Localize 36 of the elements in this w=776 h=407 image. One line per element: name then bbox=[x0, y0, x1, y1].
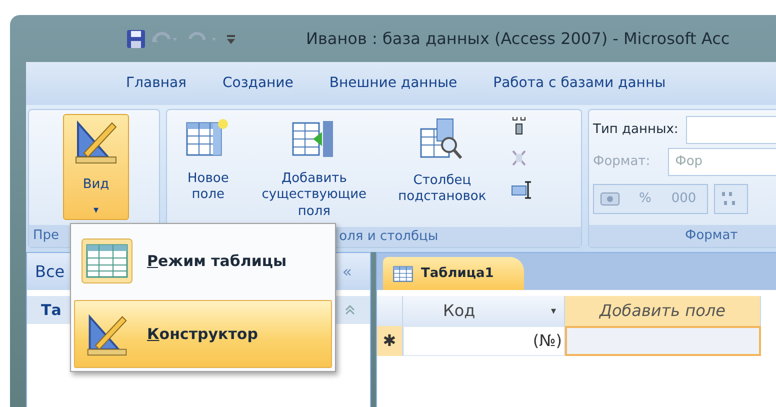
ribbon-tab[interactable]: Работа с базами данны bbox=[475, 73, 684, 94]
group-header[interactable]: Та bbox=[41, 298, 62, 322]
insert-column-icon[interactable] bbox=[511, 116, 528, 136]
column-title: Код bbox=[443, 300, 476, 322]
group-label: Формат bbox=[685, 227, 738, 246]
field-label: Формат: bbox=[593, 153, 650, 172]
table-icon bbox=[393, 266, 413, 282]
menu-item[interactable]: Режим таблицы bbox=[74, 227, 332, 296]
ribbon-tab[interactable]: Создание bbox=[204, 73, 312, 94]
ribbon-button[interactable]: Добавить существующие поля bbox=[243, 114, 386, 223]
rename-column-icon[interactable] bbox=[511, 180, 534, 200]
field-label: Тип данных: bbox=[593, 121, 678, 140]
ribbon-tab[interactable]: Главная bbox=[108, 73, 204, 94]
delete-column-icon[interactable] bbox=[511, 148, 528, 168]
window-title: Иванов : база данных (Access 2007) - Microsoft Acc bbox=[306, 28, 730, 50]
caret-icon[interactable]: ▾ bbox=[550, 304, 556, 318]
customize-toolbar-icon[interactable] bbox=[226, 32, 236, 44]
ribbon-button[interactable]: Столбец подстановок bbox=[387, 114, 498, 208]
collapse-icon[interactable] bbox=[344, 304, 356, 316]
view-button[interactable]: Вид ▾ bbox=[63, 114, 129, 220]
datasheet-icon bbox=[81, 238, 133, 284]
group-label: оля и столбцы bbox=[339, 228, 438, 246]
table-cell[interactable] bbox=[565, 326, 761, 356]
nav-pane-title[interactable]: Bce bbox=[35, 260, 65, 284]
table-cell[interactable]: (№) bbox=[403, 326, 565, 356]
data-type-field[interactable] bbox=[686, 116, 776, 144]
column-header[interactable]: Добавить поле bbox=[565, 296, 761, 326]
ribbon-button[interactable]: Новое поле bbox=[175, 114, 242, 206]
select-all-corner[interactable] bbox=[377, 296, 403, 326]
row-selector[interactable]: ✱ bbox=[377, 326, 403, 356]
ribbon-tab[interactable]: Внешние данные bbox=[311, 73, 476, 94]
document-tab[interactable]: Таблица1 bbox=[383, 257, 524, 290]
group-label: Пре bbox=[33, 227, 60, 246]
save-icon[interactable] bbox=[126, 28, 146, 48]
menu-item[interactable]: Конструктор bbox=[74, 300, 332, 368]
column-header[interactable]: Код ▾ bbox=[403, 296, 565, 326]
